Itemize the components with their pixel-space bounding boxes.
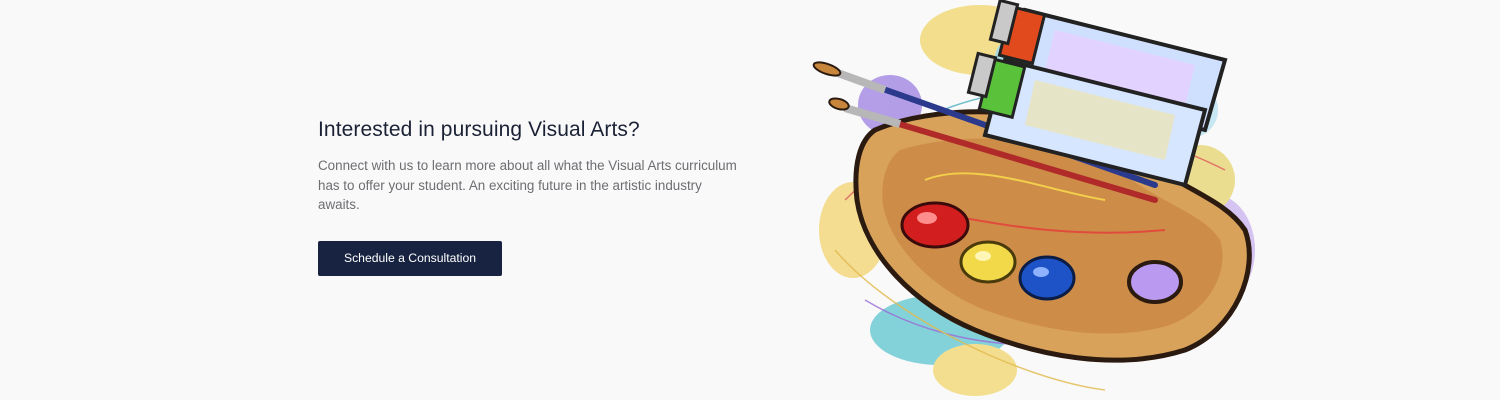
visual-arts-cta-section: Interested in pursuing Visual Arts? Conn…: [0, 0, 1500, 402]
cta-text-column: Interested in pursuing Visual Arts? Conn…: [318, 116, 738, 276]
schedule-consultation-button[interactable]: Schedule a Consultation: [318, 240, 502, 276]
cta-description: Connect with us to learn more about all …: [318, 158, 737, 213]
cta-heading: Interested in pursuing Visual Arts?: [318, 118, 640, 141]
paint-palette-illustration: [812, 0, 1255, 396]
